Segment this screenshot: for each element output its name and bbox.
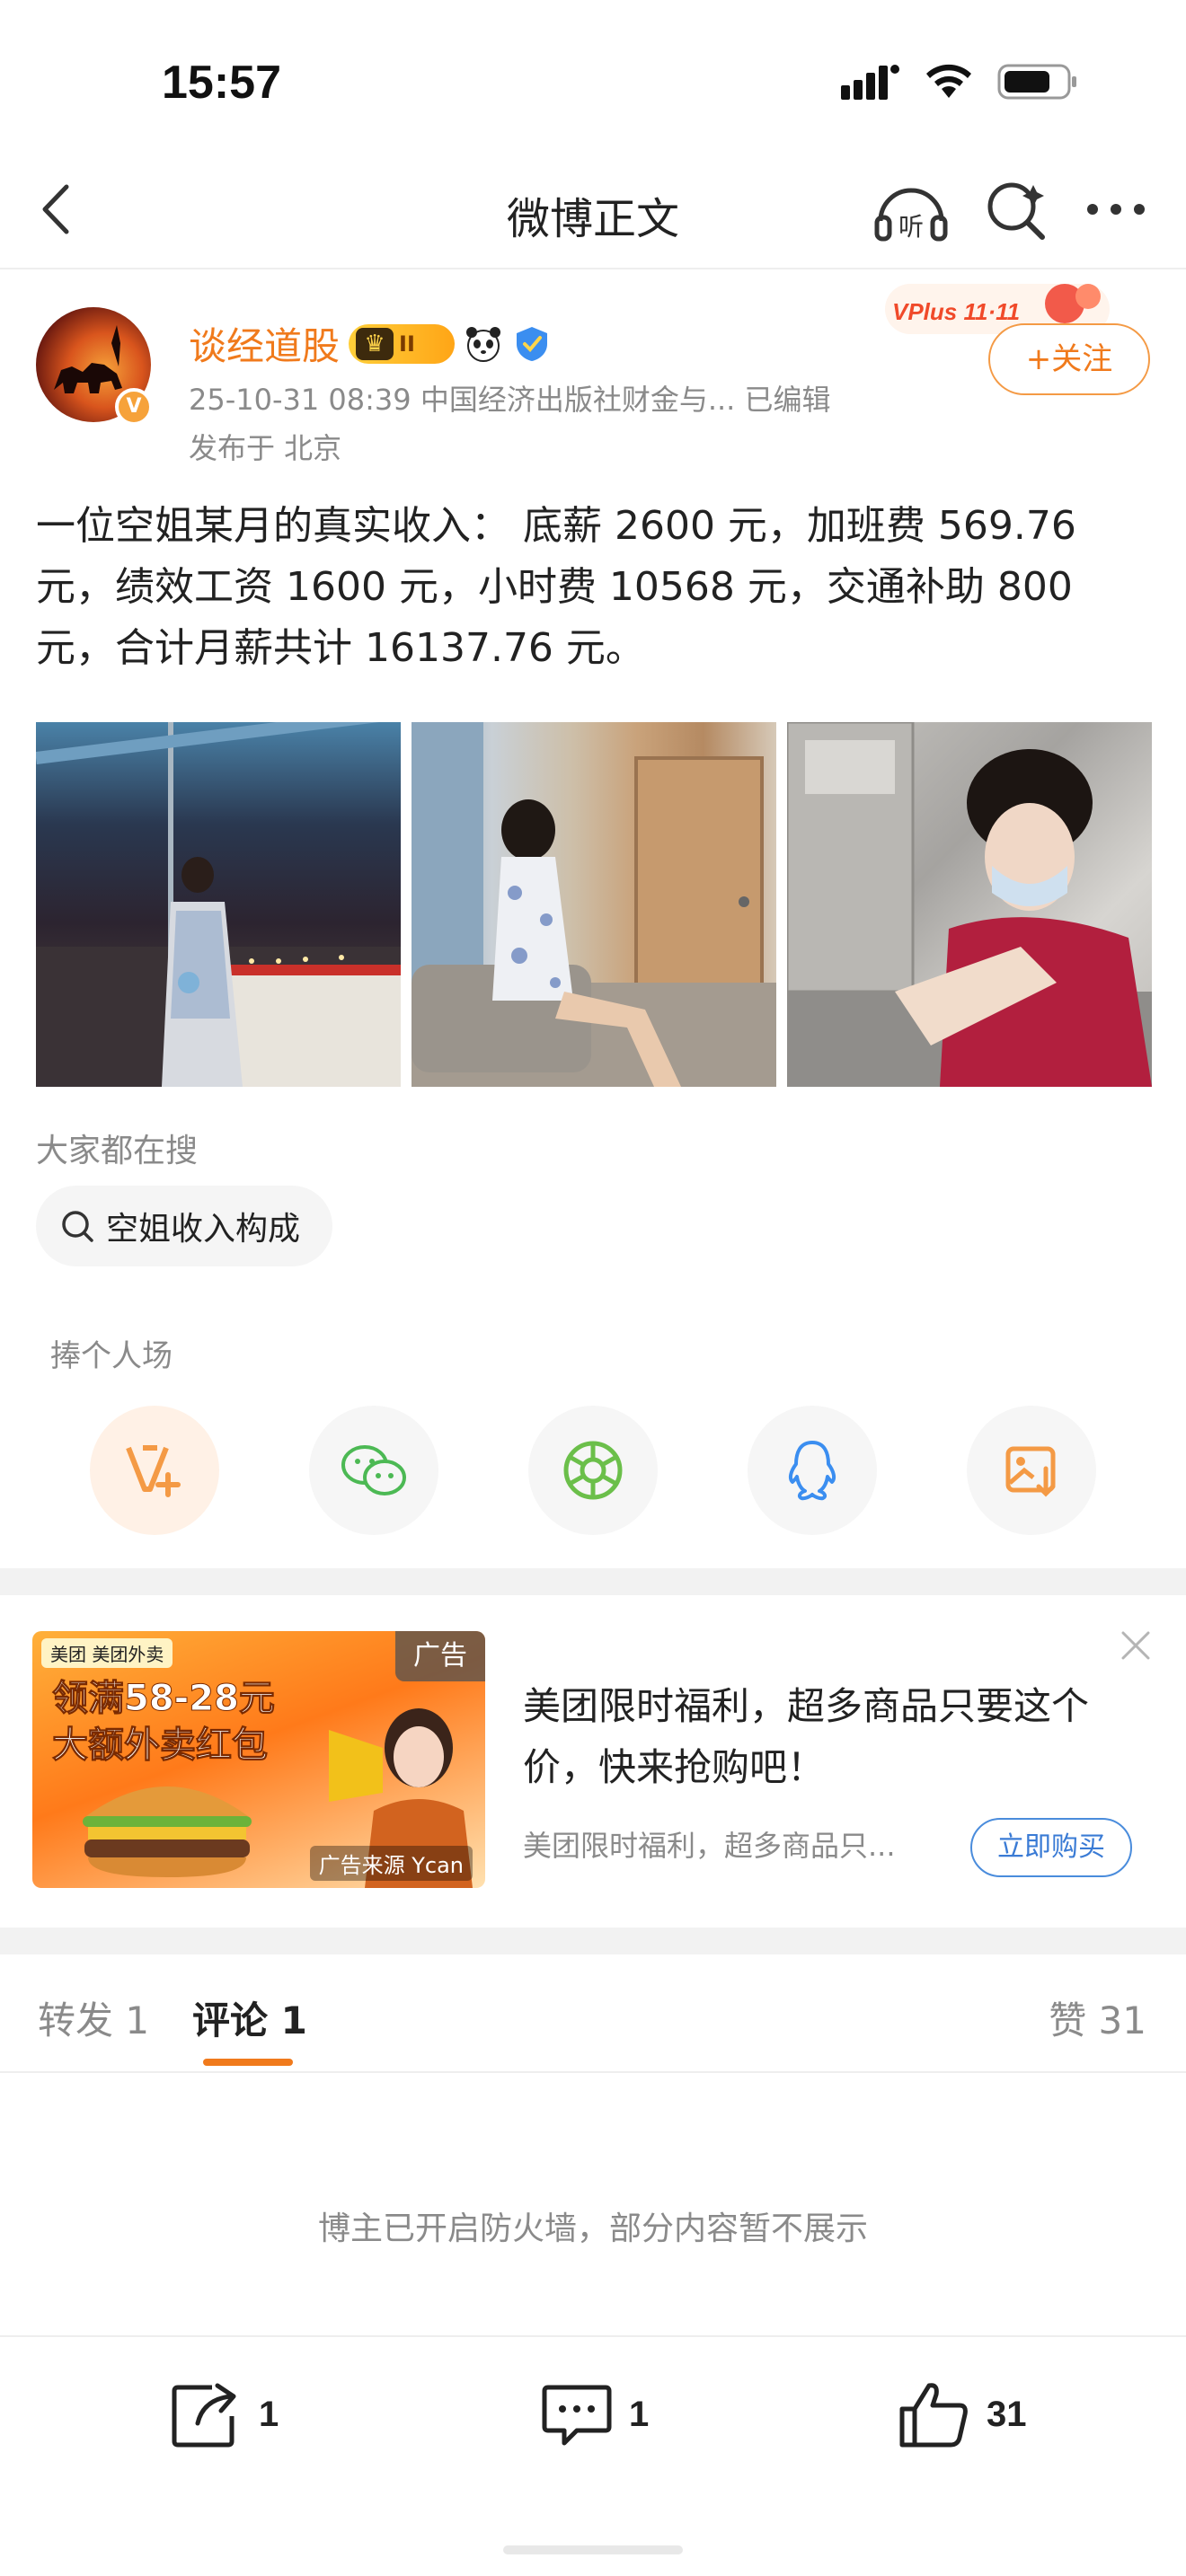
listen-label: 听 [898, 212, 924, 242]
author-row: 谈经道股 ♛ II [189, 316, 552, 371]
photo-2[interactable] [412, 722, 776, 1087]
hot-search-chip[interactable]: 空姐收入构成 [36, 1186, 333, 1266]
post-tabs: 转发 1 评论 1 赞 31 [0, 1954, 1186, 2073]
ad-title[interactable]: 美团限时福利，超多商品只要这个价，快来抢购吧！ [523, 1676, 1143, 1798]
post-meta: 25-10-31 08:39 中国经济出版社财金与... 已编辑 [189, 383, 831, 417]
verified-badge-icon: V [115, 388, 153, 426]
ad-description: 美团限时福利，超多商品只... [523, 1829, 896, 1863]
home-indicator [503, 2545, 683, 2554]
share-wechat-button[interactable] [309, 1406, 438, 1535]
bottom-action-bar: 1 1 31 [0, 2335, 1186, 2490]
firewall-notice: 博主已开启防火墙，部分内容暂不展示 [317, 2210, 868, 2247]
search-icon [62, 1211, 93, 1242]
share-vplus-button[interactable] [90, 1406, 219, 1535]
listen-icon[interactable]: 听 [873, 176, 949, 244]
author-name[interactable]: 谈经道股 [189, 316, 340, 371]
ad-headline-2: 大额外卖红包 [52, 1725, 269, 1767]
hot-search-label: 空姐收入构成 [106, 1211, 301, 1248]
photo-grid [36, 722, 1152, 1087]
ad-tag: 广告 [395, 1631, 485, 1681]
follow-button[interactable]: +关注 [988, 323, 1150, 395]
more-icon[interactable] [1084, 196, 1148, 223]
share-moments-button[interactable] [528, 1406, 658, 1535]
active-tab-indicator [203, 2059, 293, 2066]
photo-3-scene [787, 722, 1152, 1087]
moments-icon [563, 1441, 623, 1500]
search-icon[interactable] [983, 178, 1048, 243]
post-location: 发布于 北京 [189, 431, 342, 465]
section-divider [0, 1568, 1186, 1595]
ad-source: 广告来源 Ycan [309, 1846, 473, 1881]
verified-shield-icon[interactable] [512, 324, 552, 364]
nav-bar: 微博正文 听 [0, 153, 1186, 269]
share-title: 捧个人场 [50, 1338, 173, 1374]
status-time: 15:57 [162, 57, 281, 109]
ad-brand: 美团 美团外卖 [41, 1638, 173, 1668]
photo-1[interactable] [36, 722, 401, 1087]
tab-comment[interactable]: 评论 1 [192, 1990, 307, 2045]
vplus-label: VPlus 11·11 [892, 298, 1020, 325]
rank-label: II [399, 331, 415, 357]
save-image-icon [1005, 1446, 1056, 1497]
hot-search-title: 大家都在搜 [36, 1133, 199, 1169]
status-bar: 15:57 [0, 0, 1186, 153]
rank-badge[interactable]: ♛ II [349, 323, 456, 364]
like-count: 31 [987, 2394, 1027, 2434]
tab-repost[interactable]: 转发 1 [38, 1990, 149, 2045]
photo-2-scene [412, 722, 776, 1087]
ad-headline-1: 领满58-28元 [52, 1678, 276, 1720]
crown-icon: ♛ [356, 327, 394, 360]
close-icon[interactable] [1118, 1628, 1154, 1663]
cellular-signal-icon [841, 65, 899, 100]
repost-button[interactable]: 1 [171, 2380, 279, 2448]
burger-icon [83, 1786, 252, 1877]
like-button[interactable]: 31 [898, 2380, 1027, 2448]
status-icons [841, 63, 1078, 101]
panda-icon[interactable] [464, 324, 503, 364]
buy-now-button[interactable]: 立即购买 [970, 1818, 1132, 1877]
photo-3[interactable] [787, 722, 1152, 1087]
photo-1-scene [36, 722, 401, 1087]
wifi-icon [926, 64, 971, 98]
share-row [90, 1406, 1096, 1535]
vplus-icon [126, 1445, 181, 1497]
thumbs-up-icon [899, 2383, 968, 2448]
battery-icon [997, 64, 1076, 100]
comment-button[interactable]: 1 [541, 2380, 649, 2448]
qq-icon [788, 1441, 836, 1501]
comment-icon [542, 2385, 612, 2446]
tab-likes[interactable]: 赞 31 [1049, 1990, 1146, 2045]
comment-count: 1 [629, 2394, 650, 2434]
share-save-image-button[interactable] [967, 1406, 1096, 1535]
section-divider [0, 1928, 1186, 1954]
repost-icon [172, 2383, 236, 2448]
repost-count: 1 [259, 2394, 279, 2434]
share-qq-button[interactable] [748, 1406, 877, 1535]
ad-image[interactable]: 美团 美团外卖 领满58-28元 大额外卖红包 广告 广告来源 Ycan [32, 1631, 485, 1888]
wechat-icon [341, 1445, 406, 1495]
post-text: 一位空姐某月的真实收入： 底薪 2600 元，加班费 569.76 元，绩效工资… [36, 503, 1076, 671]
